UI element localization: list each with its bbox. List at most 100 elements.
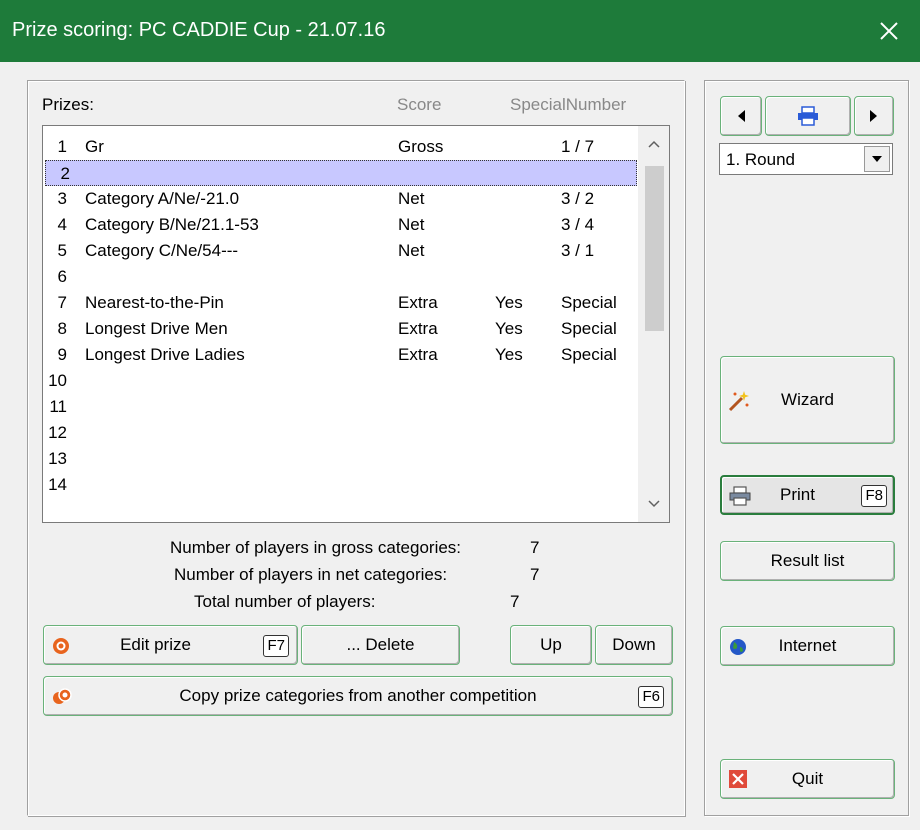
print-shortcut: F8 [861, 485, 887, 507]
printer-icon [729, 486, 751, 506]
prize-number: 13 [48, 449, 67, 468]
prizes-list[interactable]: 1 Gr Gross 1 / 7 2 3 Category A/Ne/-21.0 Net 3 /… [42, 125, 670, 523]
list-item[interactable]: 2 [45, 160, 637, 186]
result-list-label: Result list [770, 551, 845, 570]
prize-special-number: Special [561, 345, 617, 364]
copy-prize-categories-label: Copy prize categories from another compe… [179, 686, 537, 705]
prize-score: Gross [398, 137, 444, 156]
prize-number: 12 [48, 423, 67, 442]
prize-score: Net [398, 241, 425, 260]
prize-special-number: 3 / 4 [561, 215, 595, 234]
prize-score: Extra [398, 345, 438, 364]
score-header: Score [397, 95, 442, 114]
print-button[interactable]: Print F8 [720, 475, 895, 515]
edit-prize-button[interactable]: Edit prize F7 [43, 625, 298, 665]
wizard-button[interactable]: Wizard [720, 356, 895, 444]
net-players-label: Number of players in net categories: [174, 565, 448, 584]
prize-number: 14 [48, 475, 67, 494]
list-item[interactable]: 12 [43, 420, 638, 446]
next-round-button[interactable] [854, 96, 894, 136]
target-icon [53, 638, 69, 654]
delete-button[interactable]: ... Delete [301, 625, 460, 665]
list-item[interactable]: 4 Category B/Ne/21.1-53 Net 3 / 4 [43, 212, 638, 238]
prize-score: Extra [398, 319, 438, 338]
prize-score: Net [398, 189, 425, 208]
prizes-header: Prizes: [42, 95, 94, 114]
round-select-toggle[interactable] [864, 146, 890, 172]
prize-special-number: 1 / 7 [561, 137, 595, 156]
round-select-value: 1. Round [726, 150, 795, 169]
prize-special-flag: Yes [495, 293, 523, 312]
scroll-up-button[interactable] [638, 126, 669, 162]
list-item[interactable]: 14 [43, 472, 638, 498]
prize-number: 1 [57, 137, 67, 156]
prize-name: Category C/Ne/54--- [85, 241, 239, 260]
prize-score: Extra [398, 293, 438, 312]
list-item[interactable]: 9 Longest Drive Ladies Extra Yes Special [43, 342, 638, 368]
print-preview-button[interactable] [765, 96, 851, 136]
up-button[interactable]: Up [510, 625, 592, 665]
quit-button[interactable]: Quit [720, 759, 895, 799]
prize-special-flag: Yes [495, 345, 523, 364]
list-item[interactable]: 3 Category A/Ne/-21.0 Net 3 / 2 [43, 186, 638, 212]
copy-prize-categories-button[interactable]: Copy prize categories from another compe… [43, 676, 673, 716]
close-icon [880, 22, 898, 40]
edit-prize-label: Edit prize [120, 635, 191, 654]
list-item[interactable]: 1 Gr Gross 1 / 7 [43, 134, 638, 160]
scroll-down-button[interactable] [638, 486, 669, 522]
prize-number: 8 [57, 319, 67, 338]
prize-number: 5 [57, 241, 67, 260]
list-item[interactable]: 6 [43, 264, 638, 290]
internet-button[interactable]: Internet [720, 626, 895, 666]
prize-special-number: Special [561, 293, 617, 312]
net-players-value: 7 [530, 565, 540, 584]
copy-rings-icon [53, 688, 72, 704]
prize-number: 4 [57, 215, 67, 234]
total-players-label: Total number of players: [194, 592, 376, 611]
list-scrollbar[interactable] [638, 126, 669, 522]
list-item[interactable]: 13 [43, 446, 638, 472]
list-item[interactable]: 10 [43, 368, 638, 394]
prize-number: 2 [60, 164, 70, 183]
copy-shortcut: F6 [638, 686, 664, 708]
edit-prize-shortcut: F7 [263, 635, 289, 657]
prev-round-button[interactable] [720, 96, 762, 136]
list-item[interactable]: 11 [43, 394, 638, 420]
list-item[interactable]: 7 Nearest-to-the-Pin Extra Yes Special [43, 290, 638, 316]
special-number-header: SpecialNumber [510, 95, 627, 114]
prize-special-number: 3 / 1 [561, 241, 595, 260]
prize-special-number: Special [561, 319, 617, 338]
close-x-icon [729, 770, 747, 788]
chevron-up-icon [648, 140, 660, 148]
prize-number: 3 [57, 189, 67, 208]
magic-wand-icon [728, 391, 749, 412]
chevron-down-icon [648, 500, 660, 508]
actions-panel [704, 80, 909, 816]
prize-name: Category A/Ne/-21.0 [85, 189, 240, 208]
result-list-button[interactable]: Result list [720, 541, 895, 581]
prize-number: 10 [48, 371, 67, 390]
close-button[interactable] [858, 0, 920, 62]
total-players-value: 7 [510, 592, 520, 611]
prize-name: Longest Drive Men [85, 319, 228, 338]
prize-special-flag: Yes [495, 319, 523, 338]
printer-icon [798, 106, 818, 126]
globe-icon [730, 639, 746, 655]
prize-name: Longest Drive Ladies [85, 345, 245, 364]
round-select[interactable]: 1. Round [719, 143, 893, 175]
prize-number: 11 [49, 397, 67, 416]
triangle-right-icon [870, 110, 877, 122]
down-button[interactable]: Down [595, 625, 673, 665]
triangle-left-icon [738, 110, 745, 122]
down-label: Down [612, 635, 656, 654]
prize-name: Gr [85, 137, 104, 156]
prize-number: 6 [57, 267, 67, 286]
list-item[interactable]: 5 Category C/Ne/54--- Net 3 / 1 [43, 238, 638, 264]
prize-score: Net [398, 215, 425, 234]
up-label: Up [540, 635, 562, 654]
list-item[interactable]: 8 Longest Drive Men Extra Yes Special [43, 316, 638, 342]
prize-special-number: 3 / 2 [561, 189, 595, 208]
delete-label: ... Delete [346, 635, 415, 654]
scroll-thumb[interactable] [645, 166, 664, 331]
window-title: Prize scoring: PC CADDIE Cup - 21.07.16 [12, 19, 386, 41]
